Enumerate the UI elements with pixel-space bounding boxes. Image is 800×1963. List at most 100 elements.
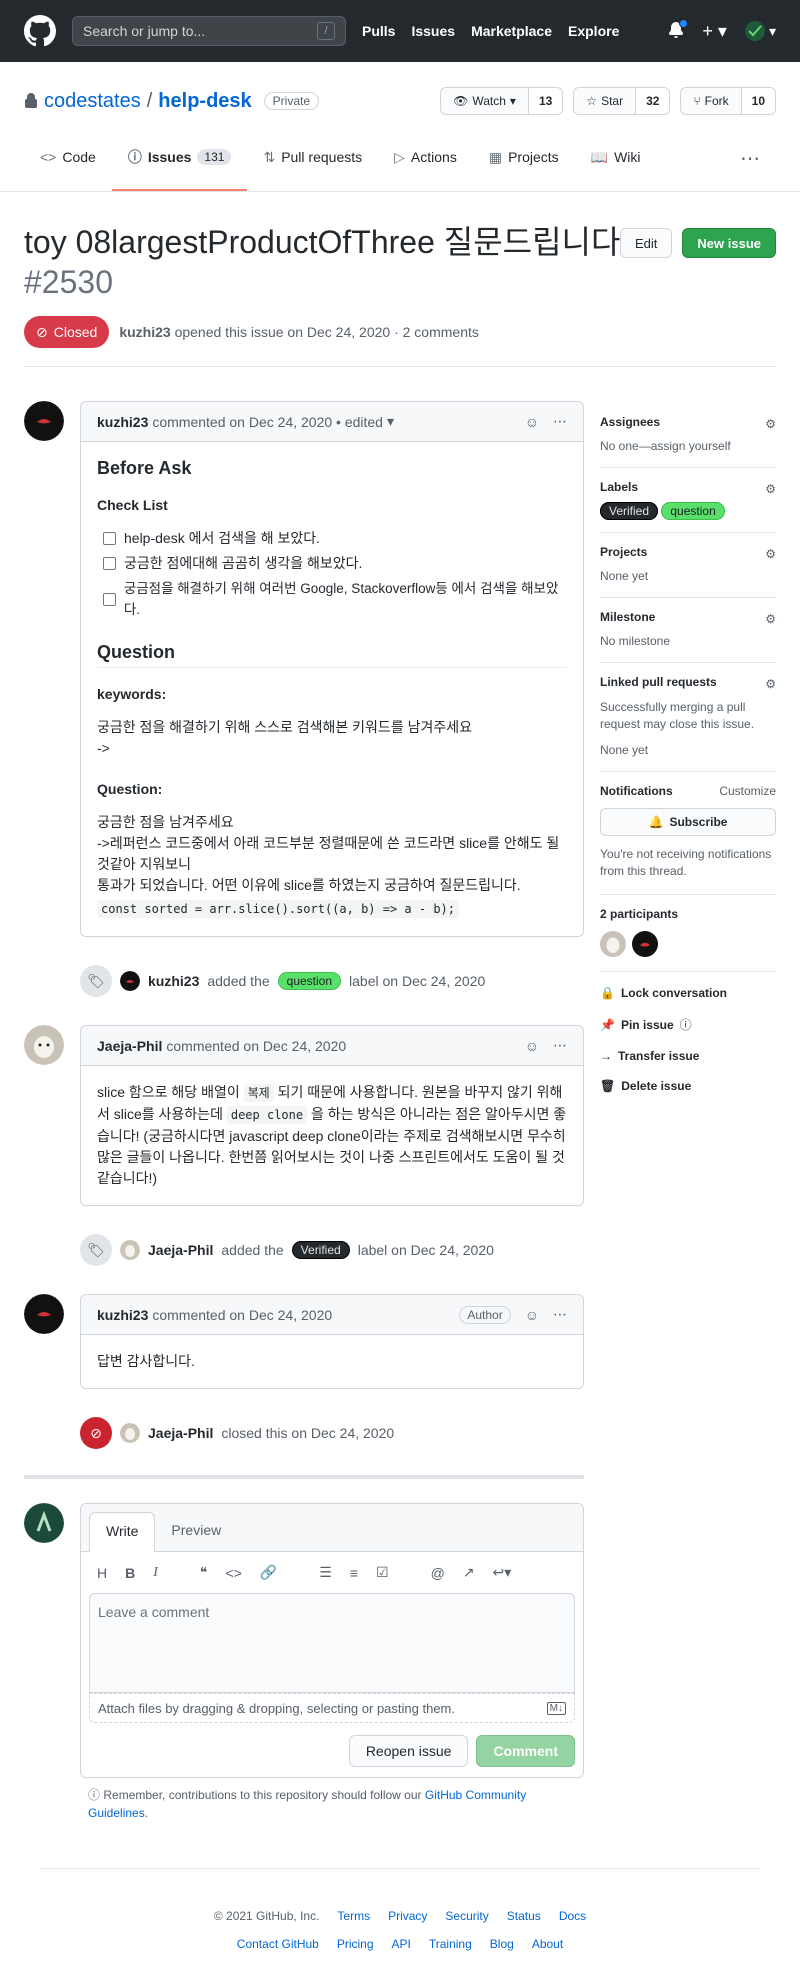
tab-code[interactable]: <> Code (24, 139, 112, 191)
task-checkbox[interactable] (103, 557, 116, 570)
watch-count[interactable]: 13 (528, 87, 564, 115)
comment-button[interactable]: Comment (476, 1735, 575, 1767)
numbered-list-icon[interactable]: ≡ (350, 1565, 358, 1581)
fork-count[interactable]: 10 (741, 87, 776, 115)
avatar[interactable] (120, 1423, 140, 1443)
nav-explore[interactable]: Explore (568, 23, 619, 39)
file-attach-area[interactable]: Attach files by dragging & dropping, sel… (89, 1693, 575, 1723)
event-actor[interactable]: Jaeja-Phil (148, 1425, 213, 1441)
task-checkbox[interactable] (103, 592, 116, 606)
task-checkbox[interactable] (103, 532, 116, 545)
avatar[interactable] (120, 1240, 140, 1260)
emoji-reaction-icon[interactable]: ☺ (525, 1307, 539, 1323)
label-verified[interactable]: Verified (600, 502, 659, 520)
tab-preview[interactable]: Preview (155, 1512, 237, 1551)
edit-button[interactable]: Edit (620, 228, 673, 258)
gear-icon[interactable]: ⚙ (765, 677, 776, 691)
tab-write[interactable]: Write (89, 1512, 156, 1552)
pin-issue-button[interactable]: 📌 Pin issue ⓘ (600, 1016, 776, 1033)
comment-author[interactable]: kuzhi23 (97, 414, 148, 430)
more-tabs-kebab-icon[interactable]: ⋯ (724, 140, 776, 192)
tab-actions[interactable]: ▷ Actions (378, 139, 473, 191)
bold-icon[interactable]: B (125, 1565, 135, 1581)
fork-button[interactable]: ⑂ Fork (680, 87, 742, 115)
nav-issues[interactable]: Issues (411, 23, 455, 39)
reopen-issue-button[interactable]: Reopen issue (348, 1735, 469, 1767)
code-icon[interactable]: <> (225, 1565, 241, 1581)
event-actor[interactable]: kuzhi23 (148, 973, 199, 989)
kebab-menu-icon[interactable]: ⋯ (553, 1037, 567, 1054)
footer-link-terms[interactable]: Terms (337, 1909, 370, 1923)
quote-icon[interactable]: ❝ (200, 1564, 208, 1581)
search-input[interactable]: Search or jump to... / (72, 16, 346, 46)
footer-link-privacy[interactable]: Privacy (388, 1909, 427, 1923)
kebab-menu-icon[interactable]: ⋯ (553, 413, 567, 430)
label-verified[interactable]: Verified (291, 1241, 350, 1259)
new-issue-button[interactable]: New issue (682, 228, 776, 258)
footer-link-pricing[interactable]: Pricing (337, 1937, 374, 1951)
nav-marketplace[interactable]: Marketplace (471, 23, 552, 39)
comment-author[interactable]: kuzhi23 (97, 1307, 148, 1323)
gear-icon[interactable]: ⚙ (765, 417, 776, 431)
italic-icon[interactable]: I (153, 1565, 158, 1581)
delete-issue-button[interactable]: 🗑 Delete issue (600, 1079, 776, 1093)
comment-author[interactable]: Jaeja-Phil (97, 1038, 162, 1054)
footer-link-api[interactable]: API (392, 1937, 411, 1951)
info-icon[interactable]: ⓘ (680, 1016, 692, 1033)
assignees-value[interactable]: No one—assign yourself (600, 439, 776, 453)
create-new-plus-icon[interactable]: + ▾ (702, 21, 727, 42)
avatar[interactable] (24, 1025, 64, 1065)
footer-link-blog[interactable]: Blog (490, 1937, 514, 1951)
nav-pulls[interactable]: Pulls (362, 23, 395, 39)
watch-button[interactable]: 👁 Watch ▾ (440, 87, 529, 115)
avatar[interactable] (600, 931, 626, 957)
tab-wiki[interactable]: 📖 Wiki (575, 139, 657, 191)
event-actor[interactable]: Jaeja-Phil (148, 1242, 213, 1258)
gear-icon[interactable]: ⚙ (765, 612, 776, 626)
emoji-reaction-icon[interactable]: ☺ (525, 1038, 539, 1054)
footer-link-training[interactable]: Training (429, 1937, 472, 1951)
cross-reference-icon[interactable]: ↗ (463, 1564, 475, 1581)
comment-textarea[interactable]: Leave a comment (89, 1593, 575, 1693)
tab-issues[interactable]: ⓘ Issues 131 (111, 139, 248, 191)
label-question[interactable]: question (661, 502, 725, 520)
issue-author-link[interactable]: kuzhi23 (119, 324, 170, 340)
footer-link-contact[interactable]: Contact GitHub (237, 1937, 319, 1951)
mention-icon[interactable]: @ (431, 1565, 445, 1581)
tab-pull-requests[interactable]: ⇅ Pull requests (247, 139, 378, 191)
chevron-down-icon[interactable]: ▾ (387, 413, 394, 430)
link-icon[interactable]: 🔗 (260, 1564, 277, 1581)
transfer-issue-button[interactable]: → Transfer issue (600, 1049, 776, 1063)
customize-link[interactable]: Customize (719, 784, 776, 798)
tab-projects[interactable]: ▦ Projects (473, 139, 575, 191)
avatar[interactable] (24, 401, 64, 441)
user-avatar-menu[interactable]: ▾ (744, 21, 776, 41)
task-list-icon[interactable]: ☑ (376, 1564, 389, 1581)
notifications-bell-icon[interactable] (668, 18, 689, 41)
gear-icon[interactable]: ⚙ (765, 482, 776, 496)
avatar[interactable] (632, 931, 658, 957)
star-button-group: ☆ Star 32 (573, 87, 671, 115)
heading-icon[interactable]: H (97, 1565, 107, 1581)
label-question[interactable]: question (277, 972, 342, 990)
footer-link-about[interactable]: About (532, 1937, 563, 1951)
footer-link-status[interactable]: Status (507, 1909, 541, 1923)
github-logo-icon[interactable] (24, 15, 56, 47)
markdown-icon[interactable]: M↓ (546, 1701, 566, 1715)
repo-owner-link[interactable]: codestates (44, 90, 141, 113)
lock-conversation-button[interactable]: 🔒 Lock conversation (600, 986, 776, 1000)
star-button[interactable]: ☆ Star (573, 87, 637, 115)
repo-name-link[interactable]: help-desk (158, 90, 251, 113)
gear-icon[interactable]: ⚙ (765, 547, 776, 561)
bulleted-list-icon[interactable]: ☰ (319, 1564, 332, 1581)
star-count[interactable]: 32 (636, 87, 671, 115)
emoji-reaction-icon[interactable]: ☺ (525, 414, 539, 430)
avatar[interactable] (24, 1294, 64, 1334)
footer-link-docs[interactable]: Docs (559, 1909, 586, 1923)
avatar[interactable] (24, 1503, 64, 1543)
footer-link-security[interactable]: Security (445, 1909, 488, 1923)
saved-replies-icon[interactable]: ↩▾ (493, 1564, 512, 1581)
kebab-menu-icon[interactable]: ⋯ (553, 1306, 567, 1323)
avatar[interactable] (120, 971, 140, 991)
subscribe-button[interactable]: 🔔 Subscribe (600, 808, 776, 836)
